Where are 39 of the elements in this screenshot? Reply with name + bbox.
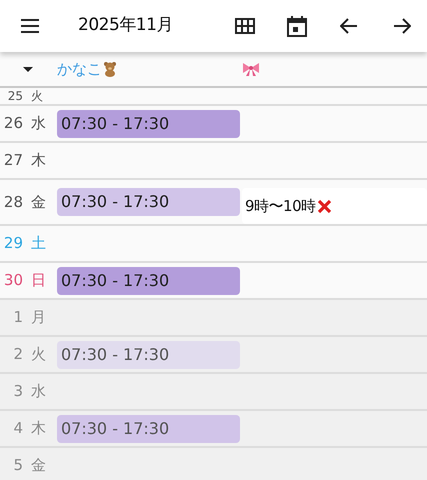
weekday-label: 土 <box>31 233 46 254</box>
shift-block[interactable]: 07:30 - 17:30 <box>57 188 240 216</box>
day-number: 27 <box>2 150 23 172</box>
weekday-label: 月 <box>31 307 46 328</box>
day-number: 30 <box>2 270 23 292</box>
bow-icon <box>242 61 260 77</box>
weekday-label: 日 <box>31 270 46 292</box>
menu-icon[interactable] <box>20 19 40 33</box>
day-number: 3 <box>12 381 23 402</box>
day-number: 29 <box>2 233 23 254</box>
day-number: 4 <box>12 418 23 440</box>
weekday-label: 火 <box>31 344 46 366</box>
teddy-bear-icon <box>102 61 118 77</box>
weekday-label: 水 <box>31 113 46 134</box>
forward-arrow-icon[interactable] <box>393 18 411 34</box>
shift-block[interactable]: 07:30 - 17:30 <box>57 266 240 294</box>
back-arrow-icon[interactable] <box>340 18 358 34</box>
day-number: 5 <box>12 455 23 476</box>
weekday-label: 金 <box>31 455 46 476</box>
note-text: 9時〜10時 <box>245 196 316 217</box>
day-number: 2 <box>12 344 23 366</box>
note-card[interactable]: 9時〜10時 <box>242 188 427 224</box>
weekday-label: 木 <box>31 150 46 172</box>
weekday-label: 火 <box>31 89 43 103</box>
weekday-label: 金 <box>31 192 46 213</box>
shift-block[interactable]: 07:30 - 17:30 <box>57 110 240 138</box>
day-number: 1 <box>12 307 23 328</box>
dropdown-caret-icon[interactable] <box>23 66 33 72</box>
cross-icon <box>316 198 332 214</box>
weekday-label: 木 <box>31 418 46 440</box>
shift-block[interactable]: 07:30 - 17:30 <box>57 414 240 442</box>
grid-view-icon[interactable] <box>235 18 255 34</box>
month-title: 2025年11月 <box>78 14 173 38</box>
calendar-icon[interactable] <box>287 16 307 36</box>
shift-block[interactable]: 07:30 - 17:30 <box>57 340 240 368</box>
day-number: 25 <box>6 89 23 103</box>
weekday-label: 水 <box>31 381 46 402</box>
day-number: 26 <box>2 113 23 134</box>
day-number: 28 <box>2 192 23 213</box>
